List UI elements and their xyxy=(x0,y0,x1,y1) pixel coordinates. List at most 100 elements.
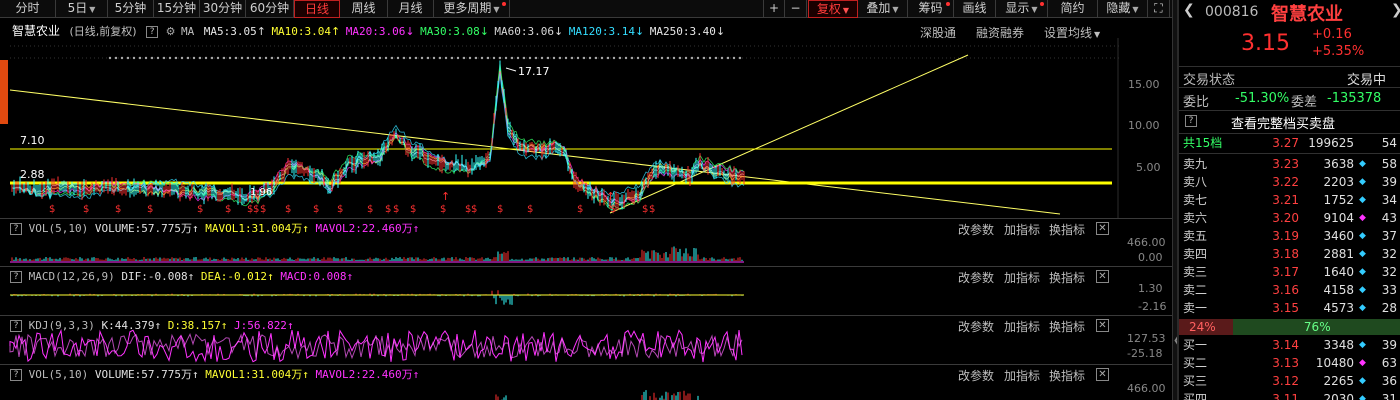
fullscreen-button[interactable]: ⛶ xyxy=(1148,0,1170,18)
diamond-icon: ◆ xyxy=(1359,267,1366,277)
last-price: 3.15 xyxy=(1241,31,1290,56)
chips-button[interactable]: 筹码 xyxy=(908,0,954,18)
event-dot xyxy=(558,56,562,60)
orderbook-row[interactable]: 卖七 3.21 1752 ◆ 34 xyxy=(1179,191,1400,209)
zoom-out-button[interactable]: − xyxy=(785,0,807,18)
orderbook-row[interactable]: 卖八 3.22 2203 ◆ 39 xyxy=(1179,173,1400,191)
period-note: (日线,前复权) xyxy=(69,25,137,38)
signal-marker-icon: $ xyxy=(642,204,648,215)
orderbook-row[interactable]: 买二 3.13 10480 ◆ 63 xyxy=(1179,354,1400,372)
event-dot xyxy=(210,56,214,60)
period-tab-30min[interactable]: 30分钟 xyxy=(200,0,246,18)
next-stock-icon[interactable]: ❯ xyxy=(1391,2,1400,18)
indicator-pane[interactable]: ? VOL(5,10) VOLUME:57.775万↑ MAVOL1:31.00… xyxy=(0,218,1172,266)
orderbook-row[interactable]: 卖五 3.19 3460 ◆ 37 xyxy=(1179,227,1400,245)
event-dot xyxy=(252,56,256,60)
level-volume: 9104 xyxy=(1323,211,1354,225)
adjust-rights-button[interactable]: 复权 ▼ xyxy=(808,0,858,18)
level-volume: 10480 xyxy=(1315,356,1354,370)
event-dot xyxy=(480,56,484,60)
prev-stock-icon[interactable]: ❮ xyxy=(1183,2,1195,18)
orderbook-row[interactable]: 买三 3.12 2265 ◆ 36 xyxy=(1179,372,1400,390)
draw-line-button[interactable]: 画线 xyxy=(954,0,996,18)
signal-marker-icon: $ xyxy=(497,204,503,215)
kdj-k-line xyxy=(9,333,743,360)
diamond-icon: ◆ xyxy=(1359,376,1366,386)
indicator-pane[interactable]: ? KDJ(9,3,3) K:44.379↑ D:38.157↑ J:56.82… xyxy=(0,315,1172,363)
candlestick-chart[interactable]: $ $ $ $ $ $ $ $ $ $ $ $ $ $ $ $ $ $ $ $ $ $ $ $ $↑ ↑ 7.10 2.88 17… xyxy=(0,38,1172,218)
period-tab-label: 30分钟 xyxy=(202,1,243,15)
indicator-plot xyxy=(9,328,743,363)
event-dot xyxy=(552,56,556,60)
zoom-in-button[interactable]: + xyxy=(763,0,785,18)
period-tab-weekly[interactable]: 周线 xyxy=(340,0,388,18)
period-tab-15min[interactable]: 15分钟 xyxy=(154,0,200,18)
high-price-label: 17.17 xyxy=(518,65,550,78)
indicator-plot xyxy=(495,390,699,400)
signal-marker-icon: $ xyxy=(260,204,266,215)
period-tab-5min[interactable]: 5分钟 xyxy=(108,0,154,18)
draw-line-label: 画线 xyxy=(962,1,987,15)
event-dot xyxy=(198,56,202,60)
ma30-value: MA30:3.08 xyxy=(420,25,480,38)
event-dot xyxy=(492,56,496,60)
signal-marker-icon: $ xyxy=(253,204,259,215)
indicator-pane[interactable]: ? VOL(5,10) VOLUME:57.775万↑ MAVOL1:31.00… xyxy=(0,364,1172,400)
arrow-down-icon: ↓ xyxy=(715,25,726,38)
event-dot xyxy=(666,56,670,60)
overlay-button[interactable]: 叠加 ▼ xyxy=(858,0,908,18)
level-price: 3.11 xyxy=(1272,392,1299,400)
display-label: 显示 xyxy=(1005,1,1030,15)
hide-button[interactable]: 隐藏 ▼ xyxy=(1098,0,1148,18)
signal-marker-icon: $ xyxy=(115,204,121,215)
diamond-icon: ◆ xyxy=(1359,159,1366,169)
help-icon[interactable]: ? xyxy=(146,26,159,38)
display-button[interactable]: 显示 ▼ xyxy=(996,0,1048,18)
trend-line-down[interactable] xyxy=(9,89,1061,215)
event-dot xyxy=(438,56,442,60)
event-dot xyxy=(660,56,664,60)
stock-name-label: 智慧农业 xyxy=(12,24,61,38)
ma-header: 智慧农业 (日线,前复权) ? ⚙ MA MA5:3.05↑ MA10:3.04… xyxy=(12,24,725,39)
level-volume: 1752 xyxy=(1323,193,1354,207)
event-dot xyxy=(462,56,466,60)
period-tab-5day[interactable]: 5日 ▼ xyxy=(56,0,108,18)
event-dot xyxy=(564,56,568,60)
event-dot xyxy=(216,56,220,60)
event-dot xyxy=(540,56,544,60)
period-tab-intraday[interactable]: 分时 xyxy=(0,0,56,18)
event-dot xyxy=(426,56,430,60)
event-dot xyxy=(294,56,298,60)
buy-arrow-icon: ↑ xyxy=(606,190,615,203)
diamond-icon: ◆ xyxy=(1359,213,1366,223)
period-tab-more[interactable]: 更多周期 ▼ xyxy=(434,0,510,18)
event-dot xyxy=(450,56,454,60)
period-tab-monthly[interactable]: 月线 xyxy=(388,0,434,18)
simple-mode-button[interactable]: 简约 xyxy=(1048,0,1098,18)
period-tab-60min[interactable]: 60分钟 xyxy=(246,0,294,18)
orderbook-row[interactable]: 卖二 3.16 4158 ◆ 33 xyxy=(1179,281,1400,299)
full-book-button[interactable]: ? 查看完整档买卖盘 xyxy=(1179,112,1400,132)
event-dot xyxy=(546,56,550,60)
level-count: 39 xyxy=(1381,338,1397,352)
orderbook-row[interactable]: 卖一 3.15 4573 ◆ 28 xyxy=(1179,299,1400,317)
orderbook-row[interactable]: 买一 3.14 3348 ◆ 39 xyxy=(1179,336,1400,354)
orderbook-row[interactable]: 卖三 3.17 1640 ◆ 32 xyxy=(1179,263,1400,281)
gear-icon[interactable]: ⚙ xyxy=(166,25,176,38)
event-dot xyxy=(378,56,382,60)
level-count: 28 xyxy=(1381,301,1397,315)
level-price: 3.16 xyxy=(1272,283,1299,297)
event-dot xyxy=(186,56,190,60)
orderbook-row[interactable]: 卖四 3.18 2881 ◆ 32 xyxy=(1179,245,1400,263)
orderbook-row[interactable]: 买四 3.11 2030 ◆ 31 xyxy=(1179,390,1400,400)
event-dot xyxy=(258,56,262,60)
period-tab-daily[interactable]: 日线 xyxy=(294,0,340,18)
kdj-j-line xyxy=(9,328,743,363)
arrow-down-icon: ↓ xyxy=(554,25,564,38)
orderbook-row[interactable]: 卖六 3.20 9104 ◆ 43 xyxy=(1179,209,1400,227)
indicator-pane[interactable]: ? MACD(12,26,9) DIF:-0.008↑ DEA:-0.012↑ … xyxy=(0,266,1172,314)
trend-line-up[interactable] xyxy=(609,54,969,214)
signal-marker-icon: $ xyxy=(577,204,583,215)
orderbook-row[interactable]: 卖九 3.23 3638 ◆ 58 xyxy=(1179,155,1400,173)
event-dot xyxy=(270,56,274,60)
